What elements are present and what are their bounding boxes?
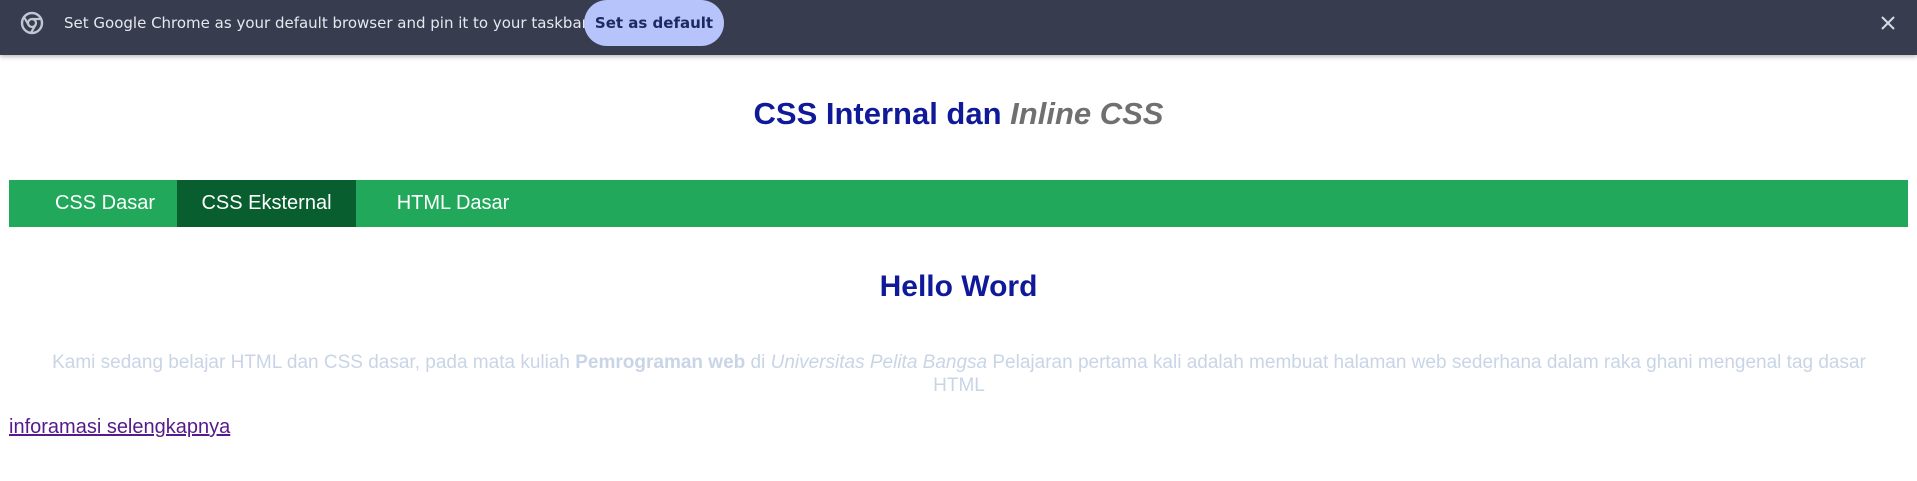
paragraph-text-1: Kami sedang belajar HTML dan CSS dasar, … (52, 352, 576, 373)
nav-item-css-dasar[interactable]: CSS Dasar (33, 180, 177, 227)
paragraph-text-3: Pelajaran pertama kali adalah membuat ha… (933, 352, 1866, 396)
course-name: Pemrograman web (575, 352, 746, 373)
university-name: Universitas Pelita Bangsa (770, 352, 988, 373)
nav-item-html-dasar[interactable]: HTML Dasar (382, 180, 524, 227)
content-heading: Hello Word (879, 270, 1038, 303)
close-icon[interactable] (1875, 10, 1901, 36)
page-title-main: CSS Internal dan (753, 96, 1011, 131)
nav-item-css-eksternal[interactable]: CSS Eksternal (177, 180, 356, 227)
page-title-emphasis: Inline CSS (1010, 96, 1164, 131)
chrome-icon (20, 11, 44, 35)
set-as-default-button[interactable]: Set as default (584, 0, 724, 46)
more-info-link[interactable]: inforamasi selengkapnya (9, 416, 230, 439)
infobar-message: Set Google Chrome as your default browse… (64, 14, 588, 32)
nav-bar: CSS Dasar CSS Eksternal HTML Dasar (9, 180, 1908, 227)
intro-paragraph: Kami sedang belajar HTML dan CSS dasar, … (28, 351, 1890, 397)
page-title: CSS Internal dan Inline CSS (0, 96, 1917, 132)
paragraph-text-2: di (745, 352, 771, 373)
default-browser-infobar: Set Google Chrome as your default browse… (0, 0, 1917, 55)
